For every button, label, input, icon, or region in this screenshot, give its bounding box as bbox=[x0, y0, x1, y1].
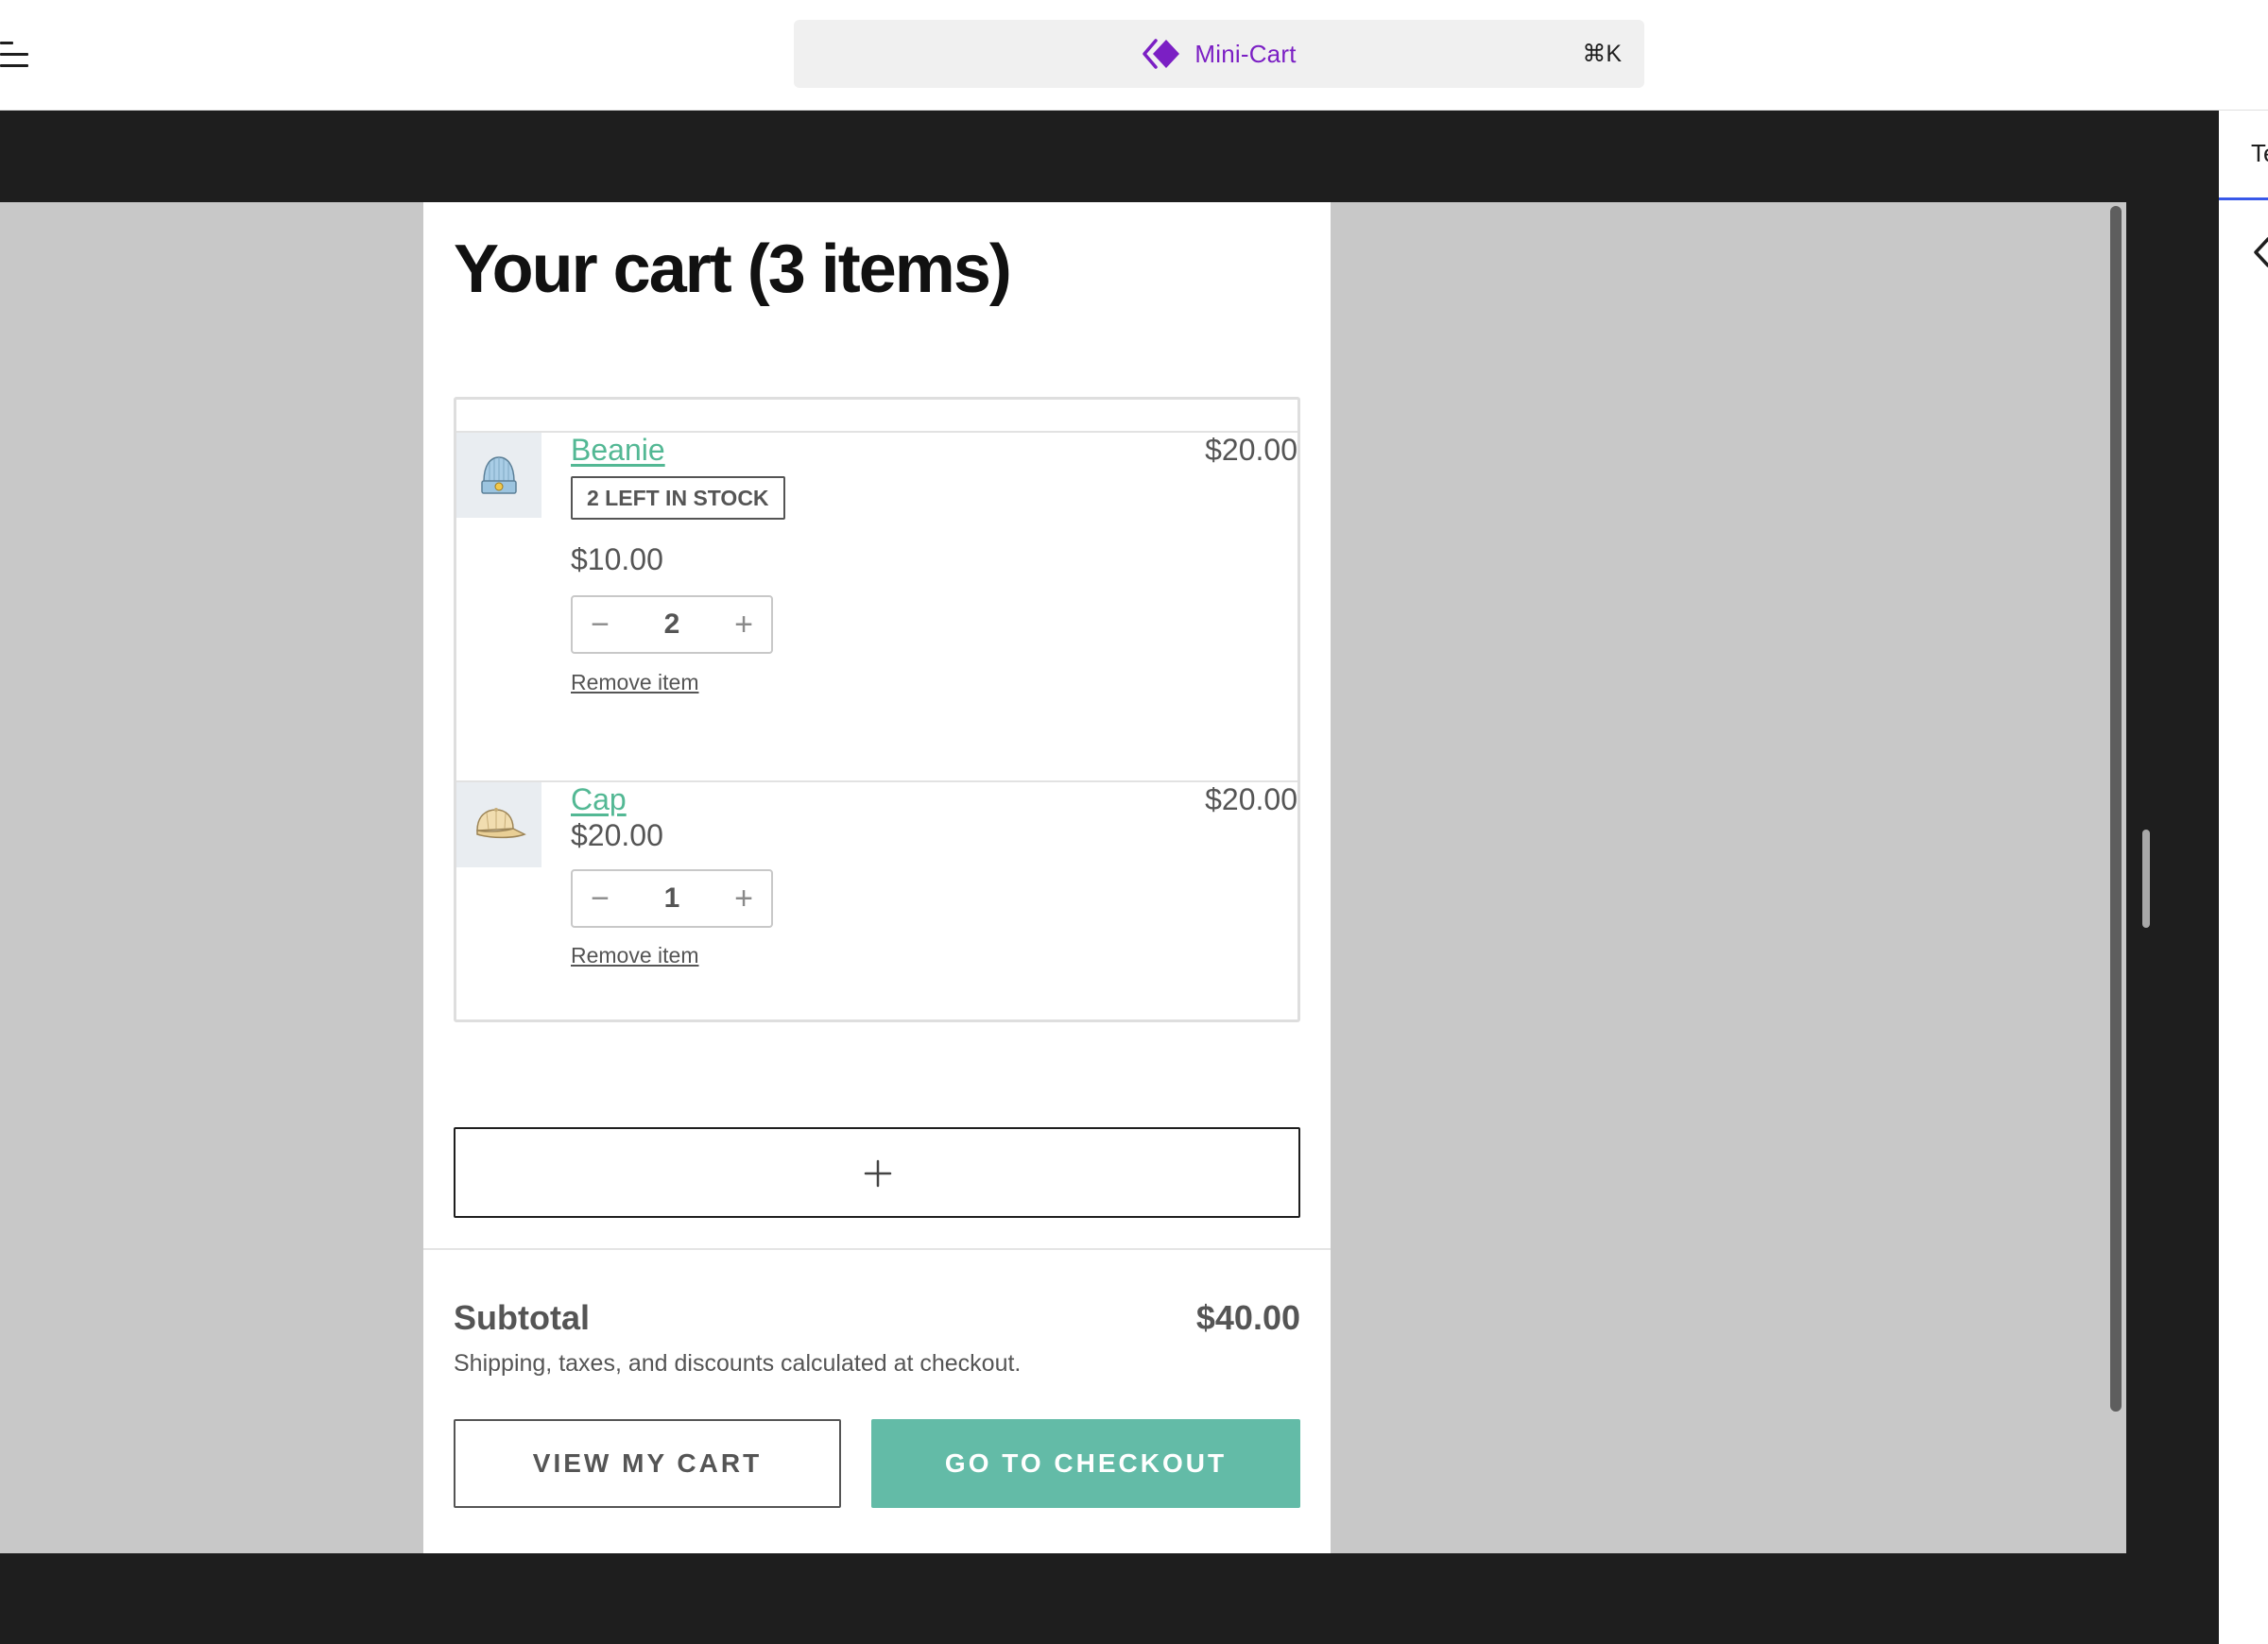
shipping-note: Shipping, taxes, and discounts calculate… bbox=[454, 1350, 1022, 1377]
cart-item: Beanie $20.00 2 LEFT IN STOCK $10.00 − 2… bbox=[456, 433, 1297, 780]
document-overview-icon[interactable] bbox=[0, 38, 28, 72]
command-palette-bar[interactable]: Mini-Cart ⌘K bbox=[794, 20, 1644, 88]
footer-divider bbox=[423, 1248, 1331, 1250]
panel-resize-handle[interactable] bbox=[2142, 830, 2150, 928]
keyboard-shortcut-hint: ⌘K bbox=[1582, 41, 1622, 67]
editor-top-toolbar: Mini-Cart ⌘K bbox=[0, 0, 2268, 111]
remove-item-link[interactable]: Remove item bbox=[571, 670, 698, 695]
increase-quantity-button[interactable]: + bbox=[716, 597, 771, 652]
canvas-scrollbar-thumb[interactable] bbox=[2110, 206, 2122, 1412]
subtotal-value: $40.00 bbox=[1195, 1298, 1300, 1337]
low-stock-badge: 2 LEFT IN STOCK bbox=[571, 476, 785, 520]
subtotal-label: Subtotal bbox=[454, 1298, 590, 1337]
quantity-stepper: − 2 + bbox=[571, 595, 773, 654]
quantity-stepper: − 1 + bbox=[571, 869, 773, 928]
settings-sidebar: Te bbox=[2219, 111, 2268, 1644]
add-block-button[interactable] bbox=[454, 1127, 1300, 1218]
cap-icon bbox=[476, 808, 526, 839]
product-thumbnail[interactable] bbox=[456, 433, 541, 518]
beanie-icon bbox=[481, 456, 517, 494]
block-type-icon bbox=[2254, 237, 2268, 267]
quantity-input[interactable]: 1 bbox=[627, 871, 716, 926]
product-name-link[interactable]: Cap bbox=[571, 782, 627, 817]
decrease-quantity-button[interactable]: − bbox=[573, 597, 627, 652]
cart-item: Cap $20.00 $20.00 − 1 + Remove item bbox=[456, 782, 1297, 1019]
plus-icon bbox=[864, 1159, 892, 1188]
active-tab-indicator bbox=[2219, 197, 2268, 200]
unit-price: $20.00 bbox=[571, 818, 663, 852]
product-thumbnail[interactable] bbox=[456, 782, 541, 867]
increase-quantity-button[interactable]: + bbox=[716, 871, 771, 926]
unit-price: $10.00 bbox=[571, 542, 663, 576]
mini-cart-block-icon bbox=[1143, 39, 1180, 69]
line-total: $20.00 bbox=[1205, 782, 1297, 816]
cart-title: Your cart (3 items) bbox=[454, 231, 1012, 307]
product-name-link[interactable]: Beanie bbox=[571, 433, 665, 468]
go-to-checkout-button[interactable]: GO TO CHECKOUT bbox=[871, 1419, 1300, 1508]
cart-items-list: Beanie $20.00 2 LEFT IN STOCK $10.00 − 2… bbox=[454, 397, 1300, 1022]
command-title-group: Mini-Cart bbox=[794, 20, 1644, 88]
decrease-quantity-button[interactable]: − bbox=[573, 871, 627, 926]
quantity-input[interactable]: 2 bbox=[627, 597, 716, 652]
line-total: $20.00 bbox=[1205, 433, 1297, 467]
sidebar-tab-template[interactable]: Te bbox=[2251, 139, 2268, 168]
view-my-cart-button[interactable]: VIEW MY CART bbox=[454, 1419, 841, 1508]
mini-cart-drawer: Your cart (3 items) Beanie $20.00 2 LEFT… bbox=[423, 202, 1331, 1553]
command-title: Mini-Cart bbox=[1194, 39, 1297, 68]
remove-item-link[interactable]: Remove item bbox=[571, 943, 698, 968]
